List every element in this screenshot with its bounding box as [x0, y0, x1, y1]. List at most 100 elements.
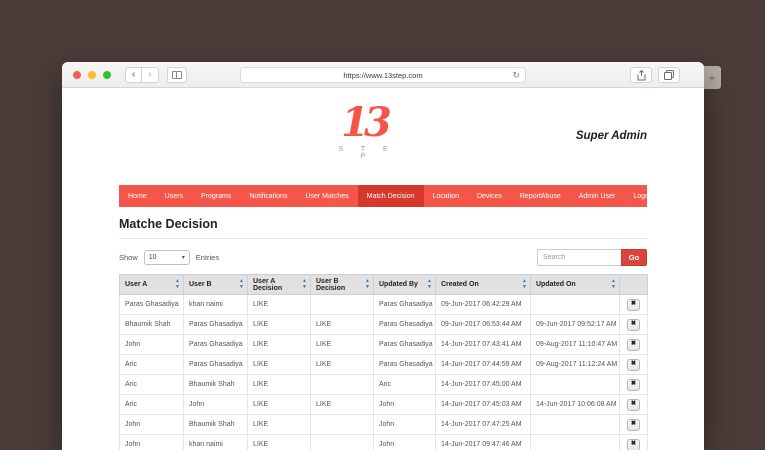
- nav-item-admin-user[interactable]: Admin User: [570, 185, 625, 207]
- table-cell: Aric: [374, 375, 436, 395]
- table-cell: 14-Jun-2017 07:43:41 AM: [436, 335, 531, 355]
- table-row: Aric Paras Ghasadiya LIKE LIKE Paras Gha…: [120, 355, 648, 375]
- new-tab-button[interactable]: +: [703, 66, 721, 89]
- search-input[interactable]: [537, 249, 621, 266]
- delete-icon: ✖: [631, 421, 636, 428]
- table-cell: Bhaumik Shah: [184, 375, 248, 395]
- column-header-user-a[interactable]: User A▲▼: [120, 275, 184, 295]
- table-cell: Bhaumik Shah: [184, 415, 248, 435]
- table-cell: LIKE: [248, 435, 311, 450]
- forward-button[interactable]: ›: [142, 67, 159, 83]
- page-content: 13 S T E P Super Admin Home Users Progra…: [62, 88, 704, 450]
- delete-row-button[interactable]: ✖: [627, 419, 640, 431]
- table-cell: Aric: [120, 395, 184, 415]
- nav-item-location[interactable]: Location: [424, 185, 468, 207]
- back-icon: ‹: [132, 70, 135, 80]
- delete-row-button[interactable]: ✖: [627, 339, 640, 351]
- match-decision-table: User A▲▼ User B▲▼ User A Decision▲▼ User…: [119, 274, 648, 450]
- table-row: Bhaumik Shah Paras Ghasadiya LIKE LIKE P…: [120, 315, 648, 335]
- table-cell: LIKE: [248, 335, 311, 355]
- nav-item-home[interactable]: Home: [119, 185, 156, 207]
- close-window-icon[interactable]: [73, 71, 81, 79]
- browser-window: ‹ › https://www.13step.com ↻: [62, 62, 704, 450]
- delete-icon: ✖: [631, 321, 636, 328]
- plus-icon: +: [708, 71, 715, 85]
- share-button[interactable]: [630, 67, 652, 83]
- delete-row-button[interactable]: ✖: [627, 319, 640, 331]
- delete-row-button[interactable]: ✖: [627, 379, 640, 391]
- delete-row-button[interactable]: ✖: [627, 439, 640, 450]
- table-cell: 14-Jun-2017 07:45:03 AM: [436, 395, 531, 415]
- entries-select[interactable]: 10 ▾: [144, 250, 190, 265]
- delete-icon: ✖: [631, 361, 636, 368]
- table-cell: Paras Ghasadiya: [374, 315, 436, 335]
- delete-row-button[interactable]: ✖: [627, 359, 640, 371]
- table-cell: [311, 415, 374, 435]
- tabs-icon: [664, 70, 674, 80]
- table-cell: John: [374, 395, 436, 415]
- table-row: Paras Ghasadiya khan naimi LIKE Paras Gh…: [120, 295, 648, 315]
- table-cell: LIKE: [248, 355, 311, 375]
- table-cell: [311, 435, 374, 450]
- browser-titlebar: ‹ › https://www.13step.com ↻: [62, 62, 704, 88]
- table-cell: khan naimi: [184, 295, 248, 315]
- site-header: 13 S T E P Super Admin: [119, 88, 647, 185]
- tabs-overview-button[interactable]: [658, 67, 680, 83]
- table-cell: LIKE: [248, 375, 311, 395]
- delete-row-button[interactable]: ✖: [627, 299, 640, 311]
- address-bar[interactable]: https://www.13step.com ↻: [240, 67, 526, 83]
- table-cell: [531, 435, 620, 450]
- entries-select-value: 10: [149, 254, 157, 261]
- table-cell: 14-Jun-2017 07:44:59 AM: [436, 355, 531, 375]
- table-cell: Paras Ghasadiya: [184, 335, 248, 355]
- table-cell: John: [120, 335, 184, 355]
- nav-item-devices[interactable]: Devices: [468, 185, 511, 207]
- logo-step-text: S T E P: [329, 146, 399, 160]
- table-cell: Bhaumik Shah: [120, 315, 184, 335]
- back-button[interactable]: ‹: [125, 67, 142, 83]
- zoom-window-icon[interactable]: [103, 71, 111, 79]
- nav-item-programs[interactable]: Programs: [192, 185, 240, 207]
- column-header-user-a-decision[interactable]: User A Decision▲▼: [248, 275, 311, 295]
- table-cell: John: [120, 435, 184, 450]
- table-cell: 14-Jun-2017 07:45:00 AM: [436, 375, 531, 395]
- title-divider: [119, 238, 647, 239]
- nav-item-notifications[interactable]: Notifications: [240, 185, 296, 207]
- column-header-created-on[interactable]: Created On▲▼: [436, 275, 531, 295]
- table-cell: LIKE: [248, 295, 311, 315]
- table-row: John Paras Ghasadiya LIKE LIKE Paras Gha…: [120, 335, 648, 355]
- table-cell: 09-Jun-2017 06:53:44 AM: [436, 315, 531, 335]
- sidebar-toggle-button[interactable]: [167, 67, 187, 83]
- table-row: John Bhaumik Shah LIKE John 14-Jun-2017 …: [120, 415, 648, 435]
- column-header-user-b[interactable]: User B▲▼: [184, 275, 248, 295]
- delete-icon: ✖: [631, 341, 636, 348]
- minimize-window-icon[interactable]: [88, 71, 96, 79]
- table-row: Aric John LIKE LIKE John 14-Jun-2017 07:…: [120, 395, 648, 415]
- table-cell: Paras Ghasadiya: [184, 355, 248, 375]
- table-row: John khan naimi LIKE John 14-Jun-2017 09…: [120, 435, 648, 450]
- entries-label: Entries: [196, 253, 219, 262]
- nav-item-match-decision[interactable]: Match Decision: [358, 185, 424, 207]
- nav-item-users[interactable]: Users: [156, 185, 192, 207]
- delete-icon: ✖: [631, 441, 636, 448]
- table-cell: Paras Ghasadiya: [374, 295, 436, 315]
- delete-row-button[interactable]: ✖: [627, 399, 640, 411]
- traffic-lights: [73, 71, 111, 79]
- sidebar-icon: [172, 71, 182, 79]
- nav-item-reportabuse[interactable]: ReportAbuse: [511, 185, 570, 207]
- table-cell: LIKE: [311, 335, 374, 355]
- table-cell: Paras Ghasadiya: [120, 295, 184, 315]
- main-navigation: Home Users Programs Notifications User M…: [119, 185, 647, 207]
- go-button[interactable]: Go: [621, 249, 647, 266]
- table-cell: Paras Ghasadiya: [374, 335, 436, 355]
- column-header-user-b-decision[interactable]: User B Decision▲▼: [311, 275, 374, 295]
- show-label: Show: [119, 253, 138, 262]
- column-header-updated-by[interactable]: Updated By▲▼: [374, 275, 436, 295]
- sort-icons: ▲▼: [522, 278, 527, 290]
- nav-item-logout[interactable]: Logout: [624, 185, 663, 207]
- table-cell: 09-Jun-2017 09:52:17 AM: [531, 315, 620, 335]
- nav-item-user-matches[interactable]: User Matches: [296, 185, 357, 207]
- column-header-updated-on[interactable]: Updated On▲▼: [531, 275, 620, 295]
- table-cell: [531, 415, 620, 435]
- reload-icon[interactable]: ↻: [512, 70, 520, 81]
